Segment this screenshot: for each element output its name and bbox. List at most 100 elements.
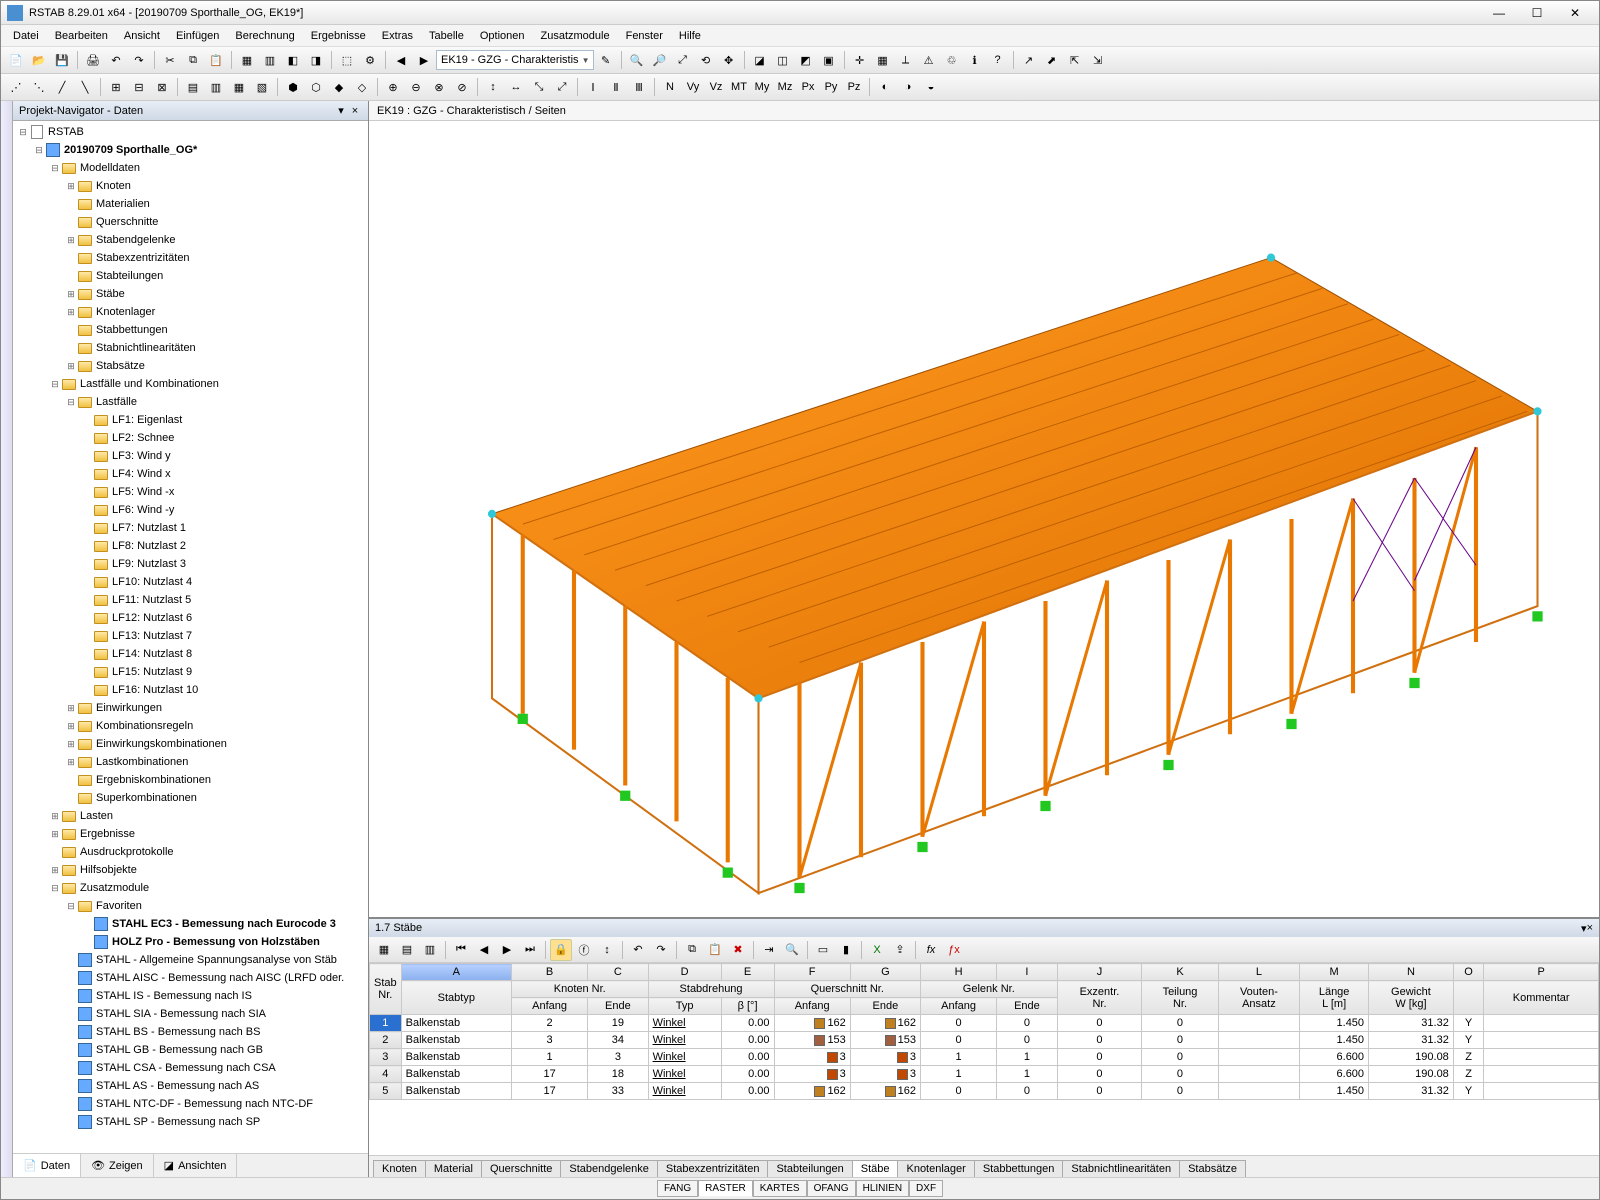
- tree-node[interactable]: ⊟20190709 Sporthalle_OG*: [13, 141, 368, 159]
- status-dxf[interactable]: DXF: [909, 1180, 943, 1197]
- tt-redo[interactable]: ↷: [650, 939, 672, 961]
- tt-paste[interactable]: 📋: [704, 939, 726, 961]
- cut-button[interactable]: ✂: [159, 49, 181, 71]
- maximize-button[interactable]: ☐: [1519, 4, 1555, 22]
- t2-23[interactable]: ⤢: [551, 76, 573, 98]
- table-close[interactable]: ×: [1587, 922, 1593, 934]
- tree-node[interactable]: LF3: Wind y: [13, 447, 368, 465]
- tree-node[interactable]: ⊞Einwirkungskombinationen: [13, 735, 368, 753]
- t2-25[interactable]: Ⅱ: [605, 76, 627, 98]
- t2-31[interactable]: My: [751, 76, 773, 98]
- paste-button[interactable]: 📋: [205, 49, 227, 71]
- tt-select[interactable]: ▭: [812, 939, 834, 961]
- tb-xz[interactable]: ◩: [795, 49, 817, 71]
- tt-del[interactable]: ✖: [727, 939, 749, 961]
- t2-24[interactable]: Ⅰ: [582, 76, 604, 98]
- tt-export[interactable]: ⇪: [889, 939, 911, 961]
- table-row[interactable]: 3Balkenstab13Winkel0.003311006.600190.08…: [370, 1049, 1599, 1066]
- tb-ax[interactable]: ⟂: [895, 49, 917, 71]
- tree-node[interactable]: LF11: Nutzlast 5: [13, 591, 368, 609]
- menu-einfuegen[interactable]: Einfügen: [168, 28, 227, 44]
- table-tab-stabexzentrizitäten[interactable]: Stabexzentrizitäten: [657, 1160, 769, 1177]
- copy-button[interactable]: ⧉: [182, 49, 204, 71]
- t2-17[interactable]: ⊖: [405, 76, 427, 98]
- t2-30[interactable]: MT: [728, 76, 750, 98]
- tree-node[interactable]: STAHL GB - Bemessung nach GB: [13, 1041, 368, 1059]
- tree-node[interactable]: LF8: Nutzlast 2: [13, 537, 368, 555]
- tree-node[interactable]: Stabbettungen: [13, 321, 368, 339]
- tt-next[interactable]: ▶: [496, 939, 518, 961]
- tt-sort[interactable]: ↕: [596, 939, 618, 961]
- t2-5[interactable]: ⊞: [105, 76, 127, 98]
- t2-6[interactable]: ⊟: [128, 76, 150, 98]
- t2-21[interactable]: ↔: [505, 76, 527, 98]
- tree-node[interactable]: ⊞Hilfsobjekte: [13, 861, 368, 879]
- new-button[interactable]: 📄: [5, 49, 27, 71]
- tt-fxoff[interactable]: ƒx: [943, 939, 965, 961]
- tb-arr[interactable]: ↗: [1018, 49, 1040, 71]
- menu-datei[interactable]: Datei: [5, 28, 47, 44]
- t2-38[interactable]: ◒: [920, 76, 942, 98]
- tb-d[interactable]: ⟲: [695, 49, 717, 71]
- tree-node[interactable]: ⊞Knotenlager: [13, 303, 368, 321]
- tb-5[interactable]: ⬚: [336, 49, 358, 71]
- tb-a[interactable]: 🔍: [626, 49, 648, 71]
- tb-2b[interactable]: ⇲: [1087, 49, 1109, 71]
- tree-node[interactable]: STAHL NTC-DF - Bemessung nach NTC-DF: [13, 1095, 368, 1113]
- redo-button[interactable]: ↷: [128, 49, 150, 71]
- viewport-3d[interactable]: [369, 121, 1599, 917]
- t2-10[interactable]: ▦: [228, 76, 250, 98]
- minimize-button[interactable]: —: [1481, 4, 1517, 22]
- tree-node[interactable]: LF7: Nutzlast 1: [13, 519, 368, 537]
- tree-node[interactable]: LF4: Wind x: [13, 465, 368, 483]
- tree-node[interactable]: STAHL SIA - Bemessung nach SIA: [13, 1005, 368, 1023]
- tree-node[interactable]: ⊞Lasten: [13, 807, 368, 825]
- prev-button[interactable]: ◀: [390, 49, 412, 71]
- t2-19[interactable]: ⊘: [451, 76, 473, 98]
- tree-node[interactable]: ⊟Favoriten: [13, 897, 368, 915]
- tt-lock[interactable]: 🔒: [550, 939, 572, 961]
- t2-35[interactable]: Pz: [843, 76, 865, 98]
- tree-node[interactable]: STAHL AISC - Bemessung nach AISC (LRFD o…: [13, 969, 368, 987]
- table-tab-stabteilungen[interactable]: Stabteilungen: [767, 1160, 852, 1177]
- menu-ergebnisse[interactable]: Ergebnisse: [303, 28, 374, 44]
- tb-iso[interactable]: ◪: [749, 49, 771, 71]
- tree-node[interactable]: ⊞Einwirkungen: [13, 699, 368, 717]
- t2-13[interactable]: ⬡: [305, 76, 327, 98]
- tree-node[interactable]: ⊞Ergebnisse: [13, 825, 368, 843]
- tree-node[interactable]: STAHL CSA - Bemessung nach CSA: [13, 1059, 368, 1077]
- tree-node[interactable]: Stabteilungen: [13, 267, 368, 285]
- t2-9[interactable]: ▥: [205, 76, 227, 98]
- tree-node[interactable]: STAHL AS - Bemessung nach AS: [13, 1077, 368, 1095]
- tree-node[interactable]: LF13: Nutzlast 7: [13, 627, 368, 645]
- t2-20[interactable]: ↕: [482, 76, 504, 98]
- tt-filter[interactable]: ⓕ: [573, 939, 595, 961]
- t2-16[interactable]: ⊕: [382, 76, 404, 98]
- t2-8[interactable]: ▤: [182, 76, 204, 98]
- menu-hilfe[interactable]: Hilfe: [671, 28, 709, 44]
- tree-node[interactable]: LF10: Nutzlast 4: [13, 573, 368, 591]
- table-tab-stabsätze[interactable]: Stabsätze: [1179, 1160, 1246, 1177]
- tb-xy[interactable]: ◫: [772, 49, 794, 71]
- navtab-ansichten[interactable]: ◪ Ansichten: [154, 1154, 238, 1177]
- tree-node[interactable]: Superkombinationen: [13, 789, 368, 807]
- tb-help[interactable]: ?: [987, 49, 1009, 71]
- tb-e[interactable]: ✥: [718, 49, 740, 71]
- menu-berechnung[interactable]: Berechnung: [227, 28, 302, 44]
- navigator-close[interactable]: ×: [348, 105, 362, 117]
- tree-node[interactable]: Stabnichtlinearitäten: [13, 339, 368, 357]
- close-button[interactable]: ✕: [1557, 4, 1593, 22]
- tb-info[interactable]: ℹ: [964, 49, 986, 71]
- t2-34[interactable]: Py: [820, 76, 842, 98]
- tt-undo[interactable]: ↶: [627, 939, 649, 961]
- tb-b[interactable]: 🔎: [649, 49, 671, 71]
- tb-c[interactable]: ⤢: [672, 49, 694, 71]
- undo-button[interactable]: ↶: [105, 49, 127, 71]
- next-button[interactable]: ▶: [413, 49, 435, 71]
- t2-11[interactable]: ▧: [251, 76, 273, 98]
- tree-node[interactable]: HOLZ Pro - Bemessung von Holzstäben: [13, 933, 368, 951]
- table-row[interactable]: 2Balkenstab334Winkel0.0015315300001.4503…: [370, 1032, 1599, 1049]
- table-row[interactable]: 4Balkenstab1718Winkel0.003311006.600190.…: [370, 1066, 1599, 1083]
- tree-node[interactable]: ⊞Lastkombinationen: [13, 753, 368, 771]
- navigator-pin[interactable]: ▾: [334, 104, 348, 117]
